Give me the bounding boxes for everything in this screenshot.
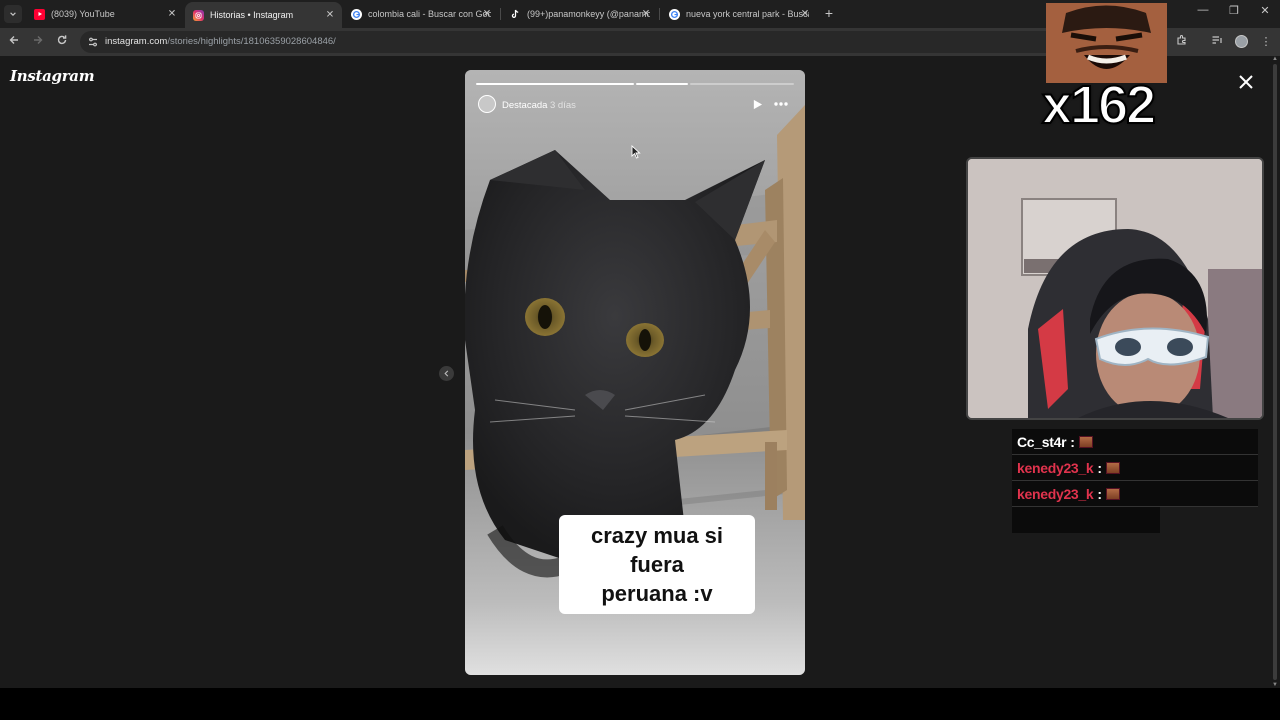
tiktok-icon — [510, 9, 521, 20]
scroll-up-icon[interactable]: ▲ — [1272, 56, 1278, 62]
webcam-feed — [968, 159, 1262, 418]
window-close-icon[interactable]: ✕ — [1257, 4, 1273, 17]
story-username[interactable]: Destacada — [502, 100, 547, 111]
caption-line: crazy mua si fuera — [590, 523, 724, 577]
emote-image — [1046, 3, 1167, 83]
media-controls-icon[interactable] — [1209, 34, 1225, 50]
google-icon — [351, 8, 362, 20]
chevron-down-icon — [10, 12, 16, 16]
tab-search-button[interactable] — [4, 5, 22, 23]
restore-icon[interactable]: ❐ — [1226, 4, 1242, 17]
chat-message: kenedy23_k : — [1012, 481, 1258, 507]
url-text: instagram.com/stories/highlights/1810635… — [105, 36, 336, 47]
new-tab-button[interactable]: + — [822, 5, 836, 21]
google-icon — [669, 8, 680, 20]
story-card[interactable]: Destacada 3 días crazy mua si fuera peru… — [465, 70, 805, 675]
chat-colon: : — [1097, 485, 1103, 502]
chat-emote-icon — [1106, 461, 1121, 474]
instagram-logo[interactable]: Instagram — [10, 67, 95, 85]
tab-tiktok[interactable]: (99+)panamonkeyy (@panamo ✕ — [502, 3, 658, 25]
reload-icon — [57, 35, 67, 45]
close-tab-icon[interactable]: ✕ — [799, 9, 811, 20]
story-time: 3 días — [550, 100, 576, 111]
close-tab-icon[interactable]: ✕ — [640, 9, 652, 20]
tab-google-colombia[interactable]: colombia cali - Buscar con Goo ✕ — [343, 3, 499, 25]
chat-message: Cc_st4r : — [1012, 429, 1258, 455]
story-caption: crazy mua si fuera peruana :v — [559, 515, 755, 614]
url-path: /stories/highlights/18106359028604846/ — [167, 36, 336, 47]
chat-username: kenedy23_k — [1017, 459, 1094, 476]
more-options-icon[interactable] — [773, 99, 789, 110]
story-avatar[interactable] — [478, 95, 496, 113]
streamer-webcam — [966, 157, 1264, 420]
story-progress-remaining — [690, 83, 794, 85]
profile-avatar[interactable] — [1235, 35, 1248, 48]
arrow-right-icon — [34, 36, 43, 44]
chat-emote-icon — [1106, 487, 1121, 500]
tab-google-nueva-york[interactable]: nueva york central park - Busca ✕ — [661, 3, 817, 25]
chat-username: Cc_st4r — [1017, 433, 1067, 450]
emote-counter: x162 — [1041, 74, 1157, 136]
mouse-cursor-icon — [631, 145, 641, 159]
reload-button[interactable] — [54, 34, 70, 50]
caption-line: peruana :v — [601, 581, 713, 606]
close-tab-icon[interactable]: ✕ — [166, 9, 178, 20]
scroll-thumb[interactable] — [1273, 64, 1277, 680]
tab-youtube[interactable]: (8039) YouTube ✕ — [26, 3, 184, 25]
address-bar[interactable]: instagram.com/stories/highlights/1810635… — [80, 31, 1164, 53]
tab-separator — [500, 8, 501, 20]
chat-input-area — [1012, 507, 1160, 533]
close-tab-icon[interactable]: ✕ — [324, 10, 336, 21]
play-icon[interactable] — [752, 99, 763, 110]
extensions-icon[interactable] — [1174, 34, 1190, 50]
minimize-icon[interactable]: — — [1195, 4, 1211, 16]
close-tab-icon[interactable]: ✕ — [481, 9, 493, 20]
tab-instagram[interactable]: Historias • Instagram ✕ — [185, 2, 342, 28]
chat-username: kenedy23_k — [1017, 485, 1094, 502]
tab-label: (8039) YouTube — [51, 9, 115, 19]
youtube-icon — [34, 8, 45, 20]
forward-button[interactable] — [30, 34, 46, 50]
arrow-left-icon — [9, 36, 18, 44]
chat-emote-icon — [1078, 435, 1093, 448]
back-button[interactable] — [6, 34, 22, 50]
chat-colon: : — [1070, 433, 1075, 450]
story-progress-complete — [476, 83, 634, 85]
previous-story-button[interactable] — [439, 366, 454, 381]
chevron-left-icon — [444, 370, 449, 377]
tab-label: nueva york central park - Busca — [686, 9, 809, 19]
tab-separator — [659, 8, 660, 20]
chat-colon: : — [1097, 459, 1103, 476]
stream-chat: Cc_st4r : kenedy23_k : kenedy23_k : — [1012, 429, 1258, 533]
story-progress-current — [636, 83, 688, 85]
page-scrollbar[interactable]: ▲ ▼ — [1270, 56, 1280, 688]
browser-menu-icon[interactable]: ⋮ — [1258, 34, 1274, 50]
tab-label: (99+)panamonkeyy (@panamo — [527, 9, 650, 19]
bottom-letterbox — [0, 688, 1280, 720]
instagram-icon — [193, 9, 204, 21]
close-story-icon[interactable] — [1236, 72, 1256, 92]
chat-message: kenedy23_k : — [1012, 455, 1258, 481]
tab-label: Historias • Instagram — [210, 10, 294, 20]
url-host: instagram.com — [105, 36, 168, 47]
tab-label: colombia cali - Buscar con Goo — [368, 9, 491, 19]
laughing-face-emote — [1046, 3, 1167, 83]
site-settings-icon[interactable] — [87, 36, 99, 48]
